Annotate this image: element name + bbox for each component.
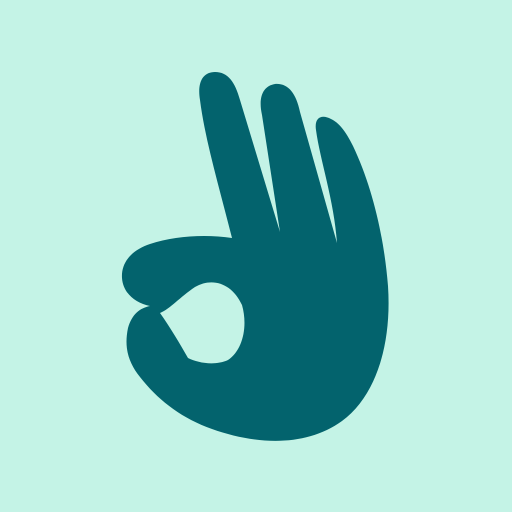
hand-shape [121, 72, 389, 441]
ok-hand-icon [121, 72, 389, 441]
icon-canvas [0, 0, 512, 512]
